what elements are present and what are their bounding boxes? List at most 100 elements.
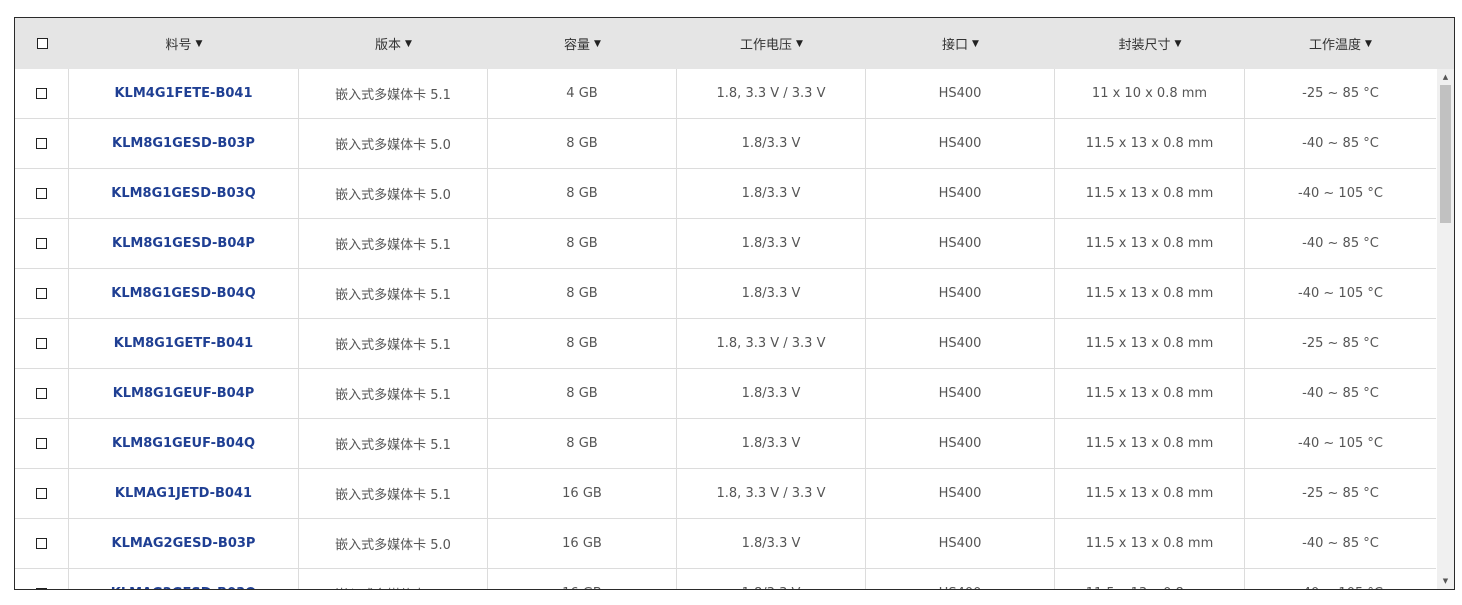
column-header-version[interactable]: 版本 ▼ <box>299 18 488 69</box>
row-select-checkbox[interactable] <box>36 538 47 549</box>
part-number-link[interactable]: KLM8G1GETF-B041 <box>69 319 299 368</box>
cell-temp: -40 ~ 105 °C <box>1298 436 1383 451</box>
row-select-checkbox[interactable] <box>36 438 47 449</box>
part-number-link[interactable]: KLM8G1GESD-B04Q <box>69 269 299 318</box>
cell-temp: -40 ~ 105 °C <box>1298 286 1383 301</box>
cell-capacity: 8 GB <box>488 369 677 418</box>
table-row: KLM8G1GESD-B03P 嵌入式多媒体卡 5.0 8 GB 1.8/3.3 VH… <box>15 119 1436 169</box>
table-body: KLM4G1FETE-B041 嵌入式多媒体卡 5.1 4 GB 1.8, 3.3 V… <box>15 69 1436 589</box>
sort-caret-down-icon[interactable]: ▼ <box>796 39 803 49</box>
product-table: 料号 ▼ 版本 ▼ 容量 ▼ 工作电压 ▼ 接口 ▼ 封装尺寸 ▼ 工作温度 ▼ KLM4G1FETE-B… <box>14 17 1455 590</box>
part-number-link[interactable]: KLM8G1GEUF-B04P <box>69 369 299 418</box>
cell-capacity: 8 GB <box>488 169 677 218</box>
cell-voltage: 1.8/3.3 V <box>677 369 866 418</box>
cell-package: 11.5 x 13 x 0.8 mm <box>1055 169 1245 218</box>
column-header-label: 工作温度 <box>1309 38 1362 53</box>
row-select-cell <box>15 269 69 318</box>
select-all-checkbox[interactable] <box>36 38 48 49</box>
cell-package: 11.5 x 13 x 0.8 mm <box>1055 419 1245 468</box>
table-row: KLM8G1GEUF-B04P 嵌入式多媒体卡 5.1 8 GB 1.8/3.3 VH… <box>15 369 1436 419</box>
scroll-up-arrow-icon[interactable]: ▲ <box>1437 69 1454 85</box>
cell-package: 11.5 x 13 x 0.8 mm <box>1055 219 1245 268</box>
cell-capacity: 16 GB <box>488 469 677 518</box>
row-select-checkbox[interactable] <box>36 388 47 399</box>
table-row: KLM8G1GETF-B041 嵌入式多媒体卡 5.1 8 GB 1.8, 3.3 V… <box>15 319 1436 369</box>
cell-capacity: 8 GB <box>488 219 677 268</box>
column-header-capacity[interactable]: 容量 ▼ <box>488 18 677 69</box>
cell-voltage: 1.8/3.3 V <box>677 419 866 468</box>
row-select-cell <box>15 469 69 518</box>
table-row: KLMAG1JETD-B041 嵌入式多媒体卡 5.1 16 GB 1.8, 3.3 … <box>15 469 1436 519</box>
cell-voltage: 1.8/3.3 V <box>677 269 866 318</box>
scroll-down-arrow-icon[interactable]: ▼ <box>1437 573 1454 589</box>
sort-caret-down-icon[interactable]: ▼ <box>1175 39 1182 49</box>
row-select-checkbox[interactable] <box>36 88 47 99</box>
cell-interface: HS400 <box>866 269 1055 318</box>
row-select-checkbox[interactable] <box>36 488 47 499</box>
cell-interface: HS400 <box>866 319 1055 368</box>
row-select-cell <box>15 369 69 418</box>
cell-version: 嵌入式多媒体卡 5.1 <box>299 369 488 418</box>
part-number-link[interactable]: KLMAG1JETD-B041 <box>69 469 299 518</box>
part-number-link[interactable]: KLM4G1FETE-B041 <box>69 69 299 118</box>
cell-voltage: 1.8, 3.3 V / 3.3 V <box>677 319 866 368</box>
table-header: 料号 ▼ 版本 ▼ 容量 ▼ 工作电压 ▼ 接口 ▼ 封装尺寸 ▼ 工作温度 ▼ <box>15 18 1454 69</box>
cell-capacity: 8 GB <box>488 119 677 168</box>
sort-caret-down-icon[interactable]: ▼ <box>196 39 203 49</box>
row-select-cell <box>15 169 69 218</box>
part-number-link[interactable]: KLM8G1GEUF-B04Q <box>69 419 299 468</box>
column-header-label: 容量 <box>564 38 591 53</box>
column-header-temp[interactable]: 工作温度 ▼ <box>1245 18 1436 69</box>
cell-package: 11.5 x 13 x 0.8 mm <box>1055 319 1245 368</box>
cell-version: 嵌入式多媒体卡 5.0 <box>299 519 488 568</box>
row-select-checkbox[interactable] <box>36 138 47 149</box>
cell-temp: -25 ~ 85 °C <box>1302 486 1379 501</box>
cell-voltage: 1.8/3.3 V <box>677 169 866 218</box>
cell-voltage: 1.8, 3.3 V / 3.3 V <box>677 69 866 118</box>
cell-capacity: 8 GB <box>488 319 677 368</box>
cell-temp: -40 ~ 85 °C <box>1302 236 1379 251</box>
row-select-cell <box>15 419 69 468</box>
sort-caret-down-icon[interactable]: ▼ <box>972 39 979 49</box>
cell-package: 11.5 x 13 x 0.8 mm <box>1055 519 1245 568</box>
column-header-part[interactable]: 料号 ▼ <box>69 18 299 69</box>
row-select-cell <box>15 69 69 118</box>
cell-interface: HS400 <box>866 169 1055 218</box>
column-header-label: 封装尺寸 <box>1118 38 1171 53</box>
cell-interface: HS400 <box>866 419 1055 468</box>
cell-interface: HS400 <box>866 569 1055 589</box>
row-select-checkbox[interactable] <box>36 238 47 249</box>
sort-caret-down-icon[interactable]: ▼ <box>594 39 601 49</box>
sort-caret-down-icon[interactable]: ▼ <box>1365 39 1372 49</box>
cell-voltage: 1.8/3.3 V <box>677 219 866 268</box>
part-number-link[interactable]: KLM8G1GESD-B03P <box>69 119 299 168</box>
part-number-link[interactable]: KLMAG2GESD-B03Q <box>69 569 299 589</box>
cell-voltage: 1.8/3.3 V <box>677 569 866 589</box>
column-header-voltage[interactable]: 工作电压 ▼ <box>677 18 866 69</box>
row-select-checkbox[interactable] <box>36 338 47 349</box>
cell-temp: -25 ~ 85 °C <box>1302 86 1379 101</box>
column-header-label: 版本 <box>375 38 402 53</box>
cell-package: 11.5 x 13 x 0.8 mm <box>1055 569 1245 589</box>
vertical-scrollbar[interactable]: ▲ ▼ <box>1437 69 1454 589</box>
cell-package: 11.5 x 13 x 0.8 mm <box>1055 369 1245 418</box>
table-row: KLM4G1FETE-B041 嵌入式多媒体卡 5.1 4 GB 1.8, 3.3 V… <box>15 69 1436 119</box>
part-number-link[interactable]: KLMAG2GESD-B03P <box>69 519 299 568</box>
part-number-link[interactable]: KLM8G1GESD-B03Q <box>69 169 299 218</box>
row-select-checkbox[interactable] <box>36 188 47 199</box>
row-select-checkbox[interactable] <box>36 588 47 589</box>
cell-version: 嵌入式多媒体卡 5.1 <box>299 469 488 518</box>
column-header-label: 工作电压 <box>740 38 793 53</box>
scrollbar-thumb[interactable] <box>1440 85 1451 223</box>
column-header-label: 接口 <box>942 38 969 53</box>
sort-caret-down-icon[interactable]: ▼ <box>405 39 412 49</box>
column-header-interface[interactable]: 接口 ▼ <box>866 18 1055 69</box>
row-select-cell <box>15 519 69 568</box>
select-all-cell <box>15 18 69 69</box>
cell-interface: HS400 <box>866 219 1055 268</box>
cell-interface: HS400 <box>866 369 1055 418</box>
row-select-checkbox[interactable] <box>36 288 47 299</box>
column-header-package[interactable]: 封装尺寸 ▼ <box>1055 18 1245 69</box>
cell-interface: HS400 <box>866 469 1055 518</box>
part-number-link[interactable]: KLM8G1GESD-B04P <box>69 219 299 268</box>
